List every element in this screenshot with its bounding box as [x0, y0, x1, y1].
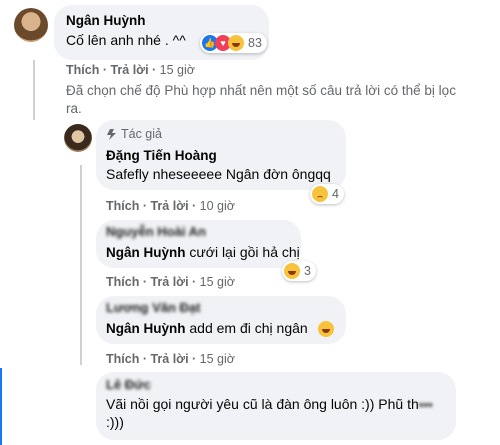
reply-text: Ngân Huỳnh cưới lại gồi hả chị [106, 244, 300, 260]
reaction-summary[interactable]: 👍 ♥ 83 [200, 33, 267, 53]
avatar[interactable] [64, 124, 92, 152]
reply-link[interactable]: Trả lời [150, 199, 188, 213]
reply-author-blurred[interactable]: Nguyễn Hoài An [106, 224, 206, 239]
reply-text: Safefly nheseeeee Ngân đờn ôngqq [106, 166, 331, 182]
reply-link[interactable]: Trả lời [150, 275, 188, 289]
avatar[interactable] [14, 8, 48, 42]
blurred-text: ▪▪▪ [418, 397, 433, 412]
like-link[interactable]: Thích [106, 199, 139, 213]
reply-author-blurred[interactable]: Lê Đức [106, 377, 151, 392]
reply-text-body: cưới lại gồi hả chị [185, 244, 300, 260]
comment-text: Cố lên anh nhé . ^^ [66, 32, 186, 48]
reply-text-body: Vãi nồi gọi người yêu cũ là đàn ông luôn… [106, 396, 419, 412]
reaction-count: 3 [304, 264, 311, 278]
thread-line [33, 60, 35, 120]
like-link[interactable]: Thích [106, 352, 139, 366]
reply-link[interactable]: Trả lời [110, 63, 148, 77]
haha-reaction-icon [318, 321, 334, 337]
author-badge: Tác giả [105, 127, 162, 141]
comment-author[interactable]: Ngân Huỳnh [66, 13, 146, 28]
reply-actions: Thích · Trả lời · 15 giờ [106, 275, 235, 289]
mention[interactable]: Ngân Huỳnh [106, 321, 186, 336]
reply-text-line2: :))) [106, 414, 124, 430]
selection-indicator [0, 368, 2, 445]
reply-link[interactable]: Trả lời [150, 352, 188, 366]
like-link[interactable]: Thích [106, 275, 139, 289]
thread-line [80, 165, 82, 365]
haha-reaction-icon [284, 263, 300, 279]
timestamp[interactable]: 10 giờ [200, 199, 235, 213]
author-badge-icon [107, 128, 116, 140]
haha-reaction-icon [228, 35, 244, 51]
comment-actions: Thích · Trả lời · 15 giờ [66, 63, 195, 77]
reply-actions: Thích · Trả lời · 10 giờ [106, 199, 235, 213]
reply-text: Ngân Huỳnh add em đi chị ngân [106, 320, 308, 336]
filter-notice: Đã chọn chế độ Phù hợp nhất nên một số c… [66, 83, 456, 116]
reaction-count: 4 [332, 187, 339, 201]
reply-text: Vãi nồi gọi người yêu cũ là đàn ông luôn… [106, 396, 433, 412]
reply-actions: Thích · Trả lời · 15 giờ [106, 352, 235, 366]
reply-author-blurred[interactable]: Lương Văn Đạt [106, 300, 201, 315]
reaction-summary[interactable]: 4 [310, 184, 344, 204]
mention[interactable]: Ngân Huỳnh [106, 245, 186, 260]
reaction-summary[interactable]: 3 [282, 261, 316, 281]
reaction-count: 83 [248, 36, 262, 50]
like-link[interactable]: Thích [66, 63, 99, 77]
timestamp[interactable]: 15 giờ [200, 275, 235, 289]
timestamp[interactable]: 15 giờ [200, 352, 235, 366]
author-badge-label: Tác giả [121, 127, 162, 141]
reply-author[interactable]: Đặng Tiến Hoàng [106, 148, 217, 163]
reaction-summary[interactable] [318, 321, 334, 342]
reply-text-body: add em đi chị ngân [185, 320, 308, 336]
timestamp[interactable]: 15 giờ [160, 63, 195, 77]
sad-reaction-icon [312, 186, 328, 202]
